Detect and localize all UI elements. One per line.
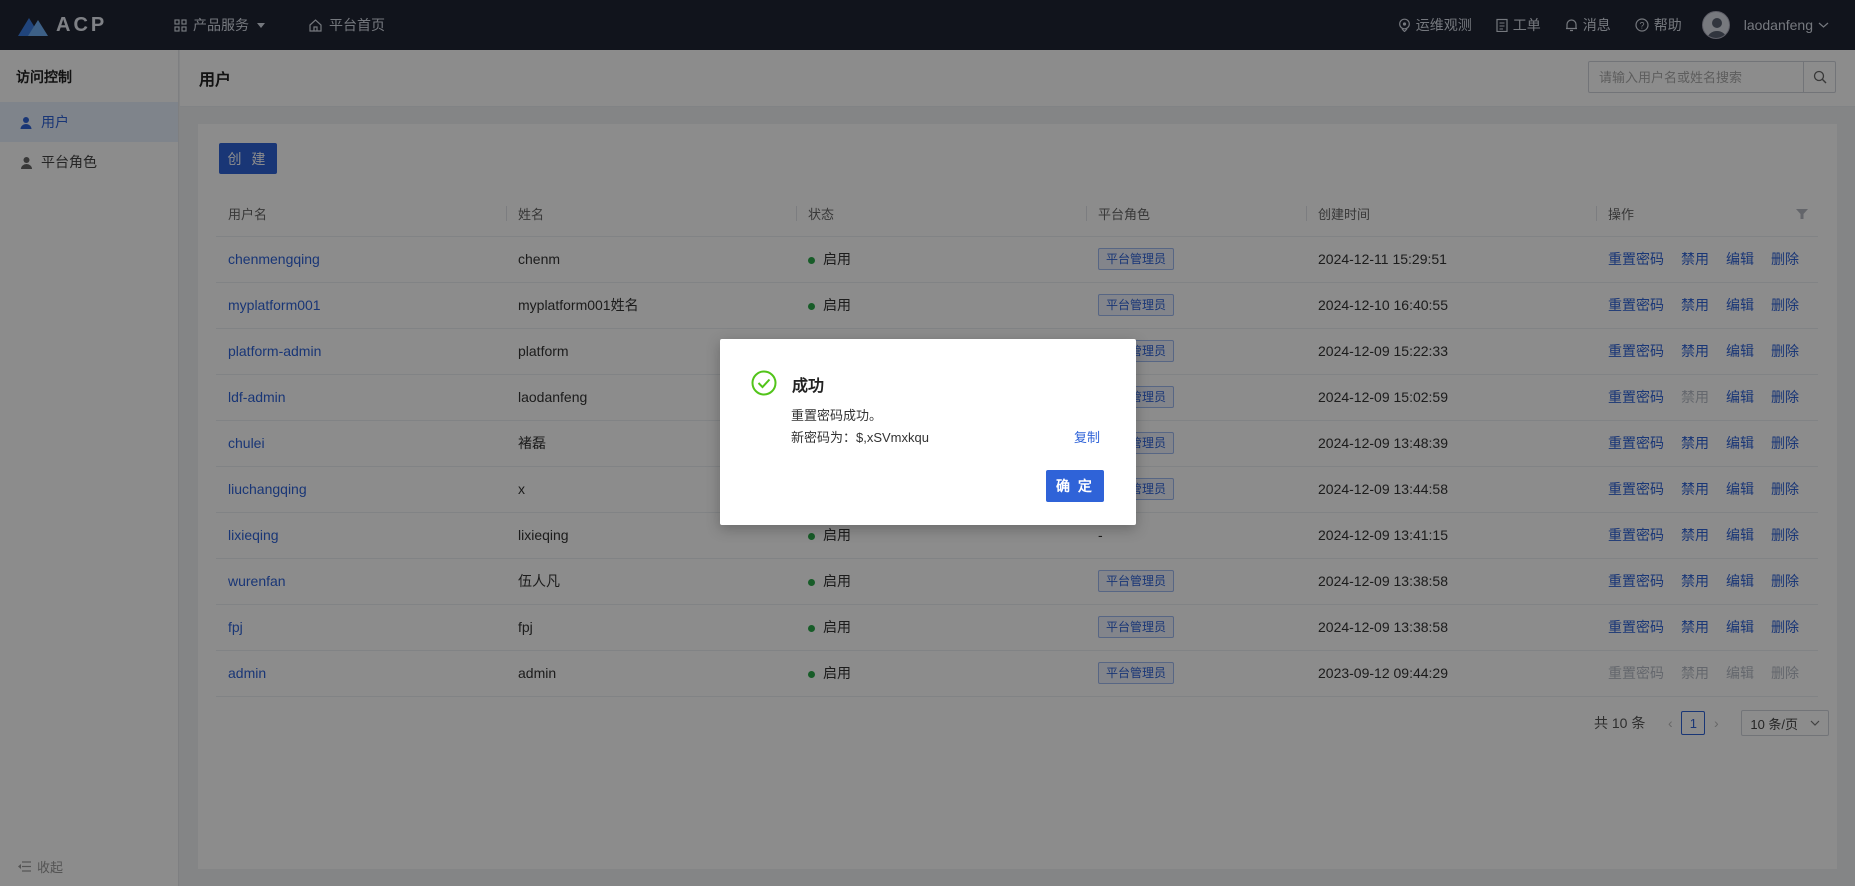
dialog-new-password: 新密码为：$,xSVmxkqu — [791, 430, 929, 445]
copy-password-link[interactable]: 复制 — [1074, 427, 1100, 446]
success-check-icon — [751, 370, 777, 396]
dialog-ok-button[interactable]: 确 定 — [1046, 470, 1104, 502]
success-dialog: 成功 重置密码成功。 新密码为：$,xSVmxkqu 复制 确 定 — [720, 339, 1136, 525]
dialog-message: 重置密码成功。 — [791, 408, 883, 423]
dialog-title: 成功 — [792, 378, 825, 395]
